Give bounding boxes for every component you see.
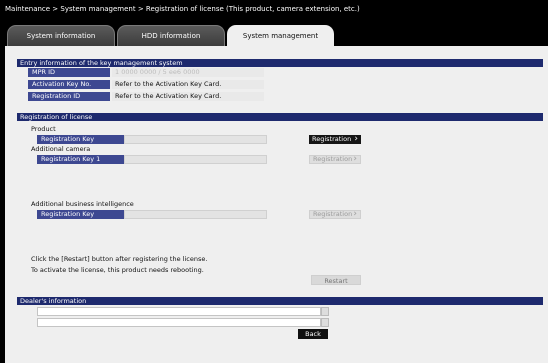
button-label: Registration: [313, 210, 353, 218]
product-label: Product: [31, 125, 56, 133]
mpr-id-label: MPR ID: [28, 68, 110, 77]
tab-hdd-information[interactable]: HDD information: [117, 25, 225, 46]
tab-label: System management: [242, 31, 319, 40]
product-key-input[interactable]: [124, 135, 267, 144]
tab-label: System information: [26, 32, 96, 40]
product-registration-button[interactable]: Registration ›: [309, 135, 361, 144]
camera-registration-button[interactable]: Registration ›: [309, 155, 361, 164]
bi-key-label: Registration Key: [37, 210, 124, 219]
chevron-right-icon: ›: [353, 154, 357, 164]
tab-system-management[interactable]: System management: [227, 25, 334, 46]
bi-label: Additional business intelligence: [31, 200, 134, 208]
camera-label: Additional camera: [31, 145, 91, 153]
camera-key-label: Registration Key 1: [37, 155, 124, 164]
bi-registration-button[interactable]: Registration ›: [309, 210, 361, 219]
dealer-line-1-scroll[interactable]: [321, 307, 329, 316]
dealer-section-header: Dealer's information: [17, 297, 543, 305]
tab-label: HDD information: [141, 32, 201, 40]
camera-key-input[interactable]: [124, 155, 267, 164]
entry-section-header: Entry information of the key management …: [17, 59, 543, 67]
dealer-info-line-1[interactable]: [37, 307, 321, 316]
breadcrumb: Maintenance > System management > Regist…: [5, 5, 360, 13]
chevron-right-icon: ›: [353, 209, 357, 219]
registration-id-value: Refer to the Activation Key Card.: [112, 92, 264, 101]
back-button[interactable]: Back: [298, 329, 328, 339]
restart-note-1: Click the [Restart] button after registe…: [31, 255, 208, 263]
product-key-label: Registration Key: [37, 135, 124, 144]
chevron-right-icon: ›: [354, 134, 358, 144]
dealer-info-line-2[interactable]: [37, 318, 321, 327]
mpr-id-value: 1 0000 0000 / 5 ee6 0000: [112, 68, 264, 77]
registration-id-label: Registration ID: [28, 92, 110, 101]
dealer-line-2-scroll[interactable]: [321, 318, 329, 327]
activation-key-label: Activation Key No.: [28, 80, 110, 89]
bi-key-input[interactable]: [124, 210, 267, 219]
activation-key-value: Refer to the Activation Key Card.: [112, 80, 264, 89]
tab-system-information[interactable]: System information: [7, 25, 115, 46]
restart-button[interactable]: Restart: [311, 275, 361, 285]
button-label: Registration: [313, 155, 353, 163]
registration-section-header: Registration of license: [17, 113, 543, 121]
button-label: Registration: [312, 135, 352, 143]
restart-note-2: To activate the license, this product ne…: [31, 266, 204, 274]
